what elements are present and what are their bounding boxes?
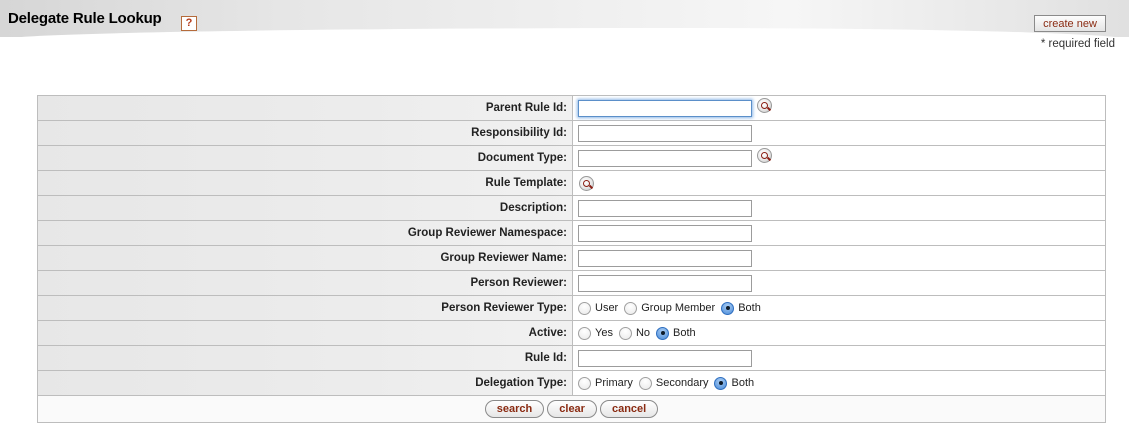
rule-template-label: Rule Template:: [38, 171, 573, 195]
action-button-row: search clear cancel: [38, 396, 1105, 423]
delegation-type-both-label: Both: [731, 377, 755, 389]
responsibility-id-label: Responsibility Id:: [38, 121, 573, 145]
parent-rule-id-input[interactable]: [578, 99, 752, 117]
active-no-radio[interactable]: [618, 326, 632, 340]
delegation-type-primary-label: Primary: [595, 377, 633, 389]
active-radio-group: Yes No Both: [573, 321, 1105, 345]
rule-id-label: Rule Id:: [38, 346, 573, 370]
row-group-reviewer-namespace: Group Reviewer Namespace:: [38, 221, 1105, 246]
description-input[interactable]: [578, 199, 752, 217]
row-person-reviewer: Person Reviewer:: [38, 271, 1105, 296]
cancel-button[interactable]: cancel: [599, 400, 659, 418]
clear-button[interactable]: clear: [547, 400, 597, 418]
row-person-reviewer-type: Person Reviewer Type: User Group Member …: [38, 296, 1105, 321]
group-reviewer-name-input[interactable]: [578, 249, 752, 267]
person-reviewer-type-both-radio[interactable]: [721, 301, 735, 315]
row-delegation-type: Delegation Type: Primary Secondary Both: [38, 371, 1105, 396]
active-yes-radio[interactable]: [578, 326, 591, 340]
delegation-type-label: Delegation Type:: [38, 371, 573, 395]
delegation-type-radio-group: Primary Secondary Both: [573, 371, 1105, 395]
person-reviewer-type-group-member-label: Group Member: [641, 302, 716, 314]
active-both-radio[interactable]: [656, 326, 670, 340]
rule-template-lookup-icon[interactable]: [579, 175, 594, 191]
delegation-type-both-radio[interactable]: [714, 376, 728, 390]
person-reviewer-type-label: Person Reviewer Type:: [38, 296, 573, 320]
parent-rule-id-lookup-icon[interactable]: [757, 98, 772, 113]
rule-id-input[interactable]: [578, 349, 752, 367]
group-reviewer-namespace-input[interactable]: [578, 224, 752, 242]
document-type-input[interactable]: [578, 149, 752, 167]
person-reviewer-type-radio-group: User Group Member Both: [573, 296, 1105, 320]
person-reviewer-type-user-label: User: [595, 302, 619, 314]
document-type-label: Document Type:: [38, 146, 573, 170]
description-label: Description:: [38, 196, 573, 220]
row-description: Description:: [38, 196, 1105, 221]
create-new-button[interactable]: create new: [1034, 15, 1106, 32]
delegation-type-secondary-radio[interactable]: [638, 376, 652, 390]
delegation-type-primary-radio[interactable]: [578, 376, 591, 390]
delegation-type-secondary-label: Secondary: [655, 377, 709, 389]
row-responsibility-id: Responsibility Id:: [38, 121, 1105, 146]
parent-rule-id-label: Parent Rule Id:: [38, 96, 573, 120]
row-group-reviewer-name: Group Reviewer Name:: [38, 246, 1105, 271]
row-active: Active: Yes No Both: [38, 321, 1105, 346]
responsibility-id-input[interactable]: [578, 124, 752, 142]
active-label: Active:: [38, 321, 573, 345]
required-field-note: * required field: [1040, 38, 1115, 50]
active-yes-label: Yes: [595, 327, 613, 339]
page-title: Delegate Rule Lookup: [8, 10, 162, 27]
row-document-type: Document Type:: [38, 146, 1105, 171]
active-both-label: Both: [673, 327, 696, 339]
group-reviewer-namespace-label: Group Reviewer Namespace:: [38, 221, 573, 245]
row-parent-rule-id: Parent Rule Id:: [38, 96, 1105, 121]
help-icon[interactable]: ?: [181, 16, 197, 31]
group-reviewer-name-label: Group Reviewer Name:: [38, 246, 573, 270]
document-type-lookup-icon[interactable]: [757, 148, 772, 163]
row-rule-id: Rule Id:: [38, 346, 1105, 371]
title-bar: [0, 0, 1129, 40]
person-reviewer-type-group-member-radio[interactable]: [624, 301, 638, 315]
person-reviewer-label: Person Reviewer:: [38, 271, 573, 295]
row-rule-template: Rule Template:: [38, 171, 1105, 196]
lookup-criteria-table: Parent Rule Id: Responsibility Id: Docum…: [37, 95, 1106, 423]
search-button[interactable]: search: [484, 400, 545, 418]
person-reviewer-type-both-label: Both: [738, 302, 761, 314]
title-bar-swoosh: [0, 28, 1129, 40]
person-reviewer-type-user-radio[interactable]: [578, 301, 591, 315]
active-no-label: No: [635, 327, 651, 339]
person-reviewer-input[interactable]: [578, 274, 752, 292]
